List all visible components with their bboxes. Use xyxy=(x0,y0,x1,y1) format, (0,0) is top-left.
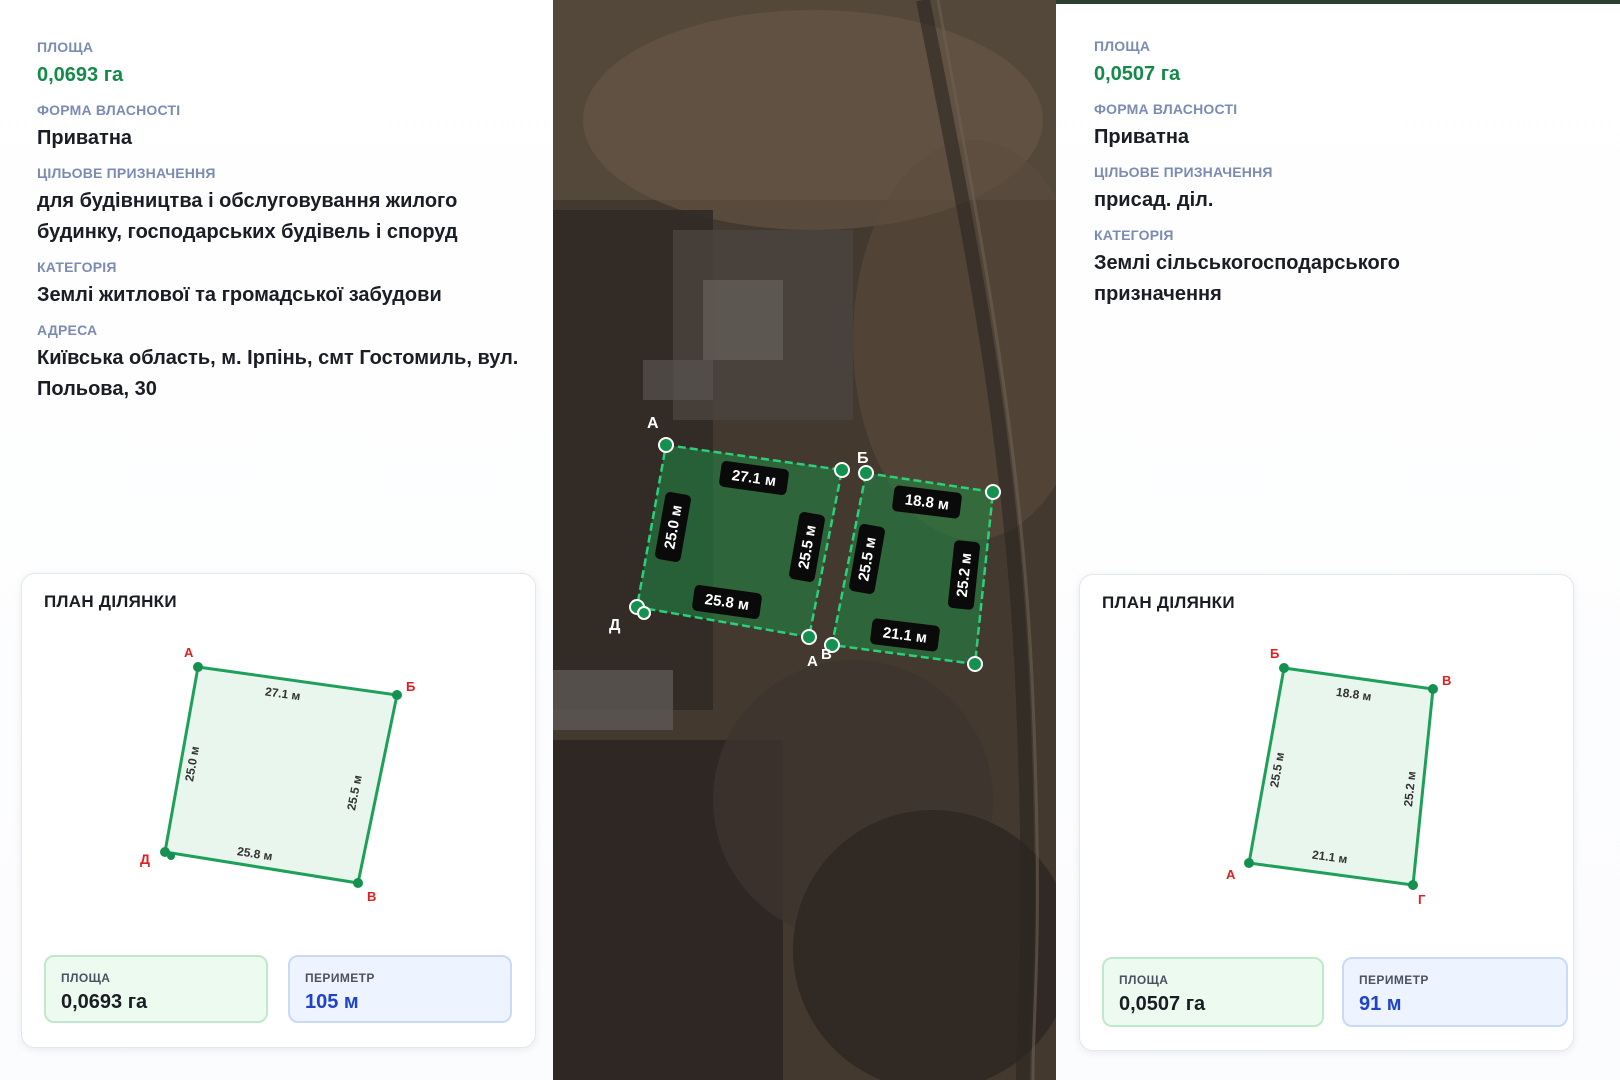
field-value: 0,0693 га xyxy=(37,64,124,86)
vertex-label: Б xyxy=(1270,646,1279,661)
vertex-handle[interactable] xyxy=(834,462,850,478)
left-parcel-panel: ПЛОЩА 0,0693 га ФОРМА ВЛАСНОСТІ Приватна… xyxy=(0,0,553,1080)
vertex-label: Г xyxy=(1418,892,1426,907)
vertex-label: А xyxy=(184,645,194,660)
vertex-label: А xyxy=(1226,867,1236,882)
field-label: ПЛОЩА xyxy=(1094,38,1151,54)
field-value: Приватна xyxy=(37,127,133,149)
area-stat: ПЛОЩА 0,0693 га xyxy=(44,955,268,1023)
stat-value: 0,0693 га xyxy=(61,991,148,1013)
stat-label: ПЛОЩА xyxy=(1119,973,1169,987)
field-label: ЦІЛЬОВЕ ПРИЗНАЧЕННЯ xyxy=(1094,164,1273,180)
field-area: ПЛОЩА 0,0507 га xyxy=(1094,37,1600,90)
field-label: АДРЕСА xyxy=(37,322,98,338)
field-category: КАТЕГОРІЯ Землі сільськогосподарського п… xyxy=(1094,226,1600,310)
map-vertex-label: А xyxy=(647,415,659,432)
vertex-marker xyxy=(392,690,402,700)
stat-value: 0,0507 га xyxy=(1119,993,1206,1015)
field-label: ПЛОЩА xyxy=(37,39,94,55)
field-label: ЦІЛЬОВЕ ПРИЗНАЧЕННЯ xyxy=(37,165,216,181)
area-stat: ПЛОЩА 0,0507 га xyxy=(1102,957,1324,1027)
vertex-handle[interactable] xyxy=(858,465,874,481)
vertex-handle[interactable] xyxy=(967,656,983,672)
vertex-marker xyxy=(1408,880,1418,890)
field-ownership: ФОРМА ВЛАСНОСТІ Приватна xyxy=(37,101,533,154)
perimeter-stat: ПЕРИМЕТР 91 м xyxy=(1342,957,1568,1027)
vertex-label: Б xyxy=(406,679,415,694)
stat-label: ПЕРИМЕТР xyxy=(305,971,375,985)
field-category: КАТЕГОРІЯ Землі житлової та громадської … xyxy=(37,258,533,311)
stat-value: 105 м xyxy=(305,991,359,1013)
stat-label: ПЕРИМЕТР xyxy=(1359,973,1429,987)
map-vertex-label: Д xyxy=(609,617,621,634)
vertex-marker xyxy=(353,878,363,888)
parcel-info-list: ПЛОЩА 0,0507 га ФОРМА ВЛАСНОСТІ Приватна… xyxy=(1094,37,1600,320)
field-value: 0,0507 га xyxy=(1094,63,1181,85)
vertex-handle[interactable] xyxy=(801,629,817,645)
field-value: присад. діл. xyxy=(1094,189,1214,211)
field-label: ФОРМА ВЛАСНОСТІ xyxy=(37,102,181,118)
parcel-info-list: ПЛОЩА 0,0693 га ФОРМА ВЛАСНОСТІ Приватна… xyxy=(37,38,533,415)
field-value: Землі житлової та громадської забудови xyxy=(37,284,442,306)
vertex-handle[interactable] xyxy=(658,437,674,453)
parcel-plan-card: ПЛАН ДІЛЯНКИ Б В Г А 18.8 м 25.2 м 21.1 … xyxy=(1079,574,1574,1051)
field-value: Землі сільськогосподарського призначення xyxy=(1094,252,1400,305)
map-vertex-label: Б xyxy=(857,450,869,467)
vertex-marker xyxy=(1279,663,1289,673)
field-purpose: ЦІЛЬОВЕ ПРИЗНАЧЕННЯ для будівництва і об… xyxy=(37,164,533,248)
vertex-label: В xyxy=(1442,673,1451,688)
field-purpose: ЦІЛЬОВЕ ПРИЗНАЧЕННЯ присад. діл. xyxy=(1094,163,1600,216)
vertex-marker xyxy=(1428,684,1438,694)
field-area: ПЛОЩА 0,0693 га xyxy=(37,38,533,91)
perimeter-stat: ПЕРИМЕТР 105 м xyxy=(288,955,512,1023)
field-address: АДРЕСА Київська область, м. Ірпінь, смт … xyxy=(37,321,533,405)
vertex-marker xyxy=(193,662,203,672)
vertex-marker xyxy=(1244,858,1254,868)
right-parcel-panel: ПЛОЩА 0,0507 га ФОРМА ВЛАСНОСТІ Приватна… xyxy=(1056,0,1620,1080)
vertex-label: В xyxy=(367,889,376,904)
stat-label: ПЛОЩА xyxy=(61,971,111,985)
vertex-label: Д xyxy=(140,851,150,867)
vertex-handle[interactable] xyxy=(985,484,1001,500)
field-label: ФОРМА ВЛАСНОСТІ xyxy=(1094,101,1238,117)
top-border xyxy=(1056,0,1620,4)
map-vertex-label: В xyxy=(821,646,832,663)
field-label: КАТЕГОРІЯ xyxy=(1094,227,1174,243)
vertex-marker xyxy=(167,852,175,860)
satellite-imagery: А Д Б А В 27.1 м 25.5 м 25.8 м 25.0 м 18… xyxy=(553,0,1056,1080)
field-value: для будівництва і обслуговування жилого … xyxy=(37,190,458,243)
field-ownership: ФОРМА ВЛАСНОСТІ Приватна xyxy=(1094,100,1600,153)
vertex-handle[interactable] xyxy=(637,606,651,620)
stat-value: 91 м xyxy=(1359,993,1402,1015)
field-value: Приватна xyxy=(1094,126,1190,148)
satellite-map[interactable]: А Д Б А В 27.1 м 25.5 м 25.8 м 25.0 м 18… xyxy=(553,0,1056,1080)
field-value: Київська область, м. Ірпінь, смт Гостоми… xyxy=(37,347,519,400)
map-vertex-label: А xyxy=(807,653,818,670)
parcel-plan-card: ПЛАН ДІЛЯНКИ А Б В Д 27.1 м 25.5 м 25.8 … xyxy=(21,573,536,1048)
field-label: КАТЕГОРІЯ xyxy=(37,259,117,275)
